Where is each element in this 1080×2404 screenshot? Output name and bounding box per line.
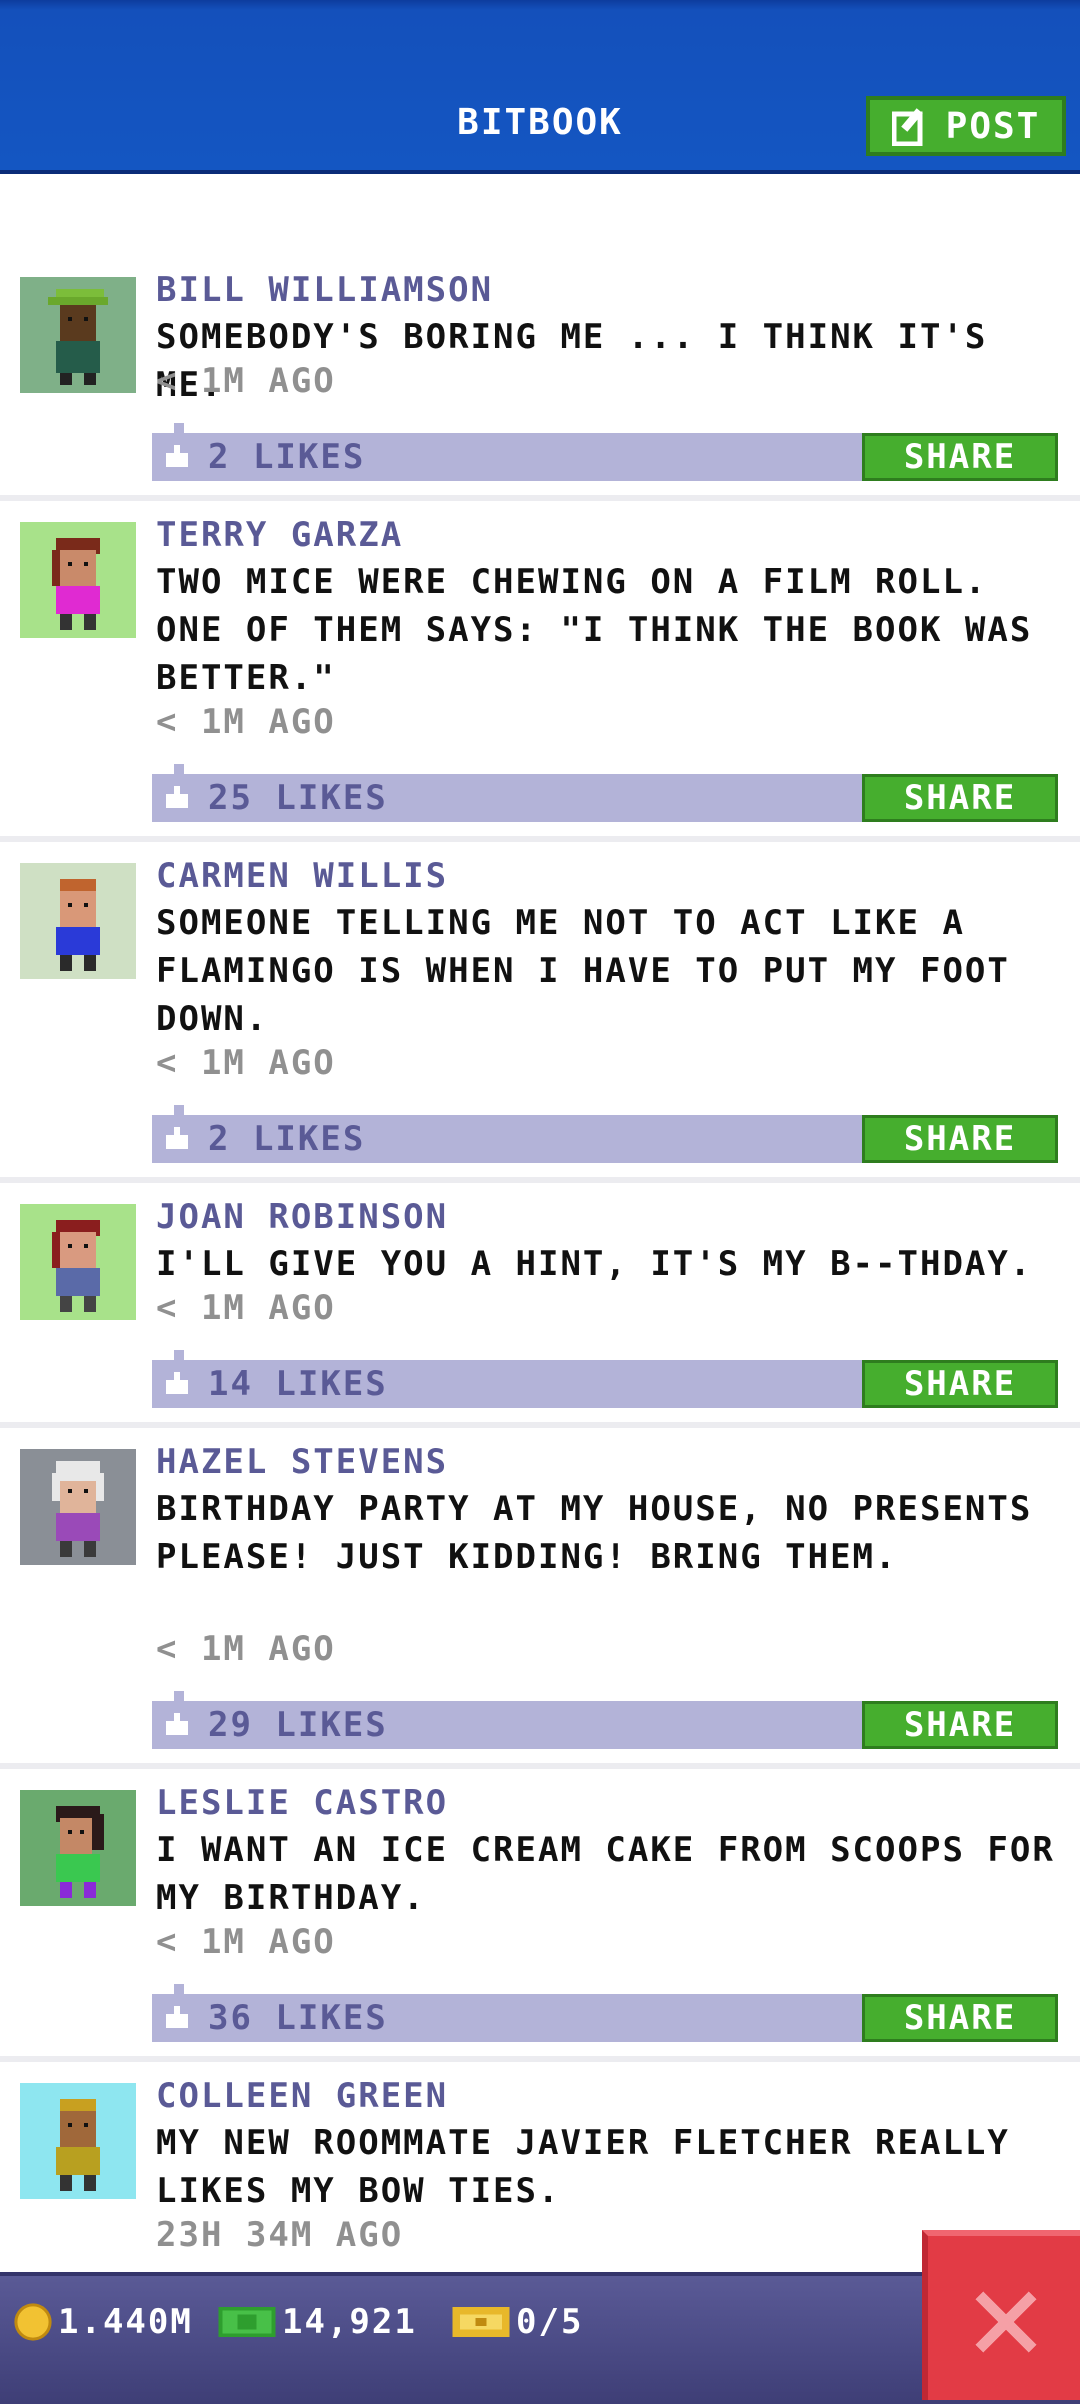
post-author[interactable]: CARMEN WILLIS	[156, 856, 448, 896]
avatar[interactable]	[20, 2083, 136, 2199]
likes-count: 36 LIKES	[208, 1998, 388, 2038]
post-time: < 1M AGO	[156, 1922, 336, 1962]
share-button[interactable]: SHARE	[862, 1360, 1058, 1408]
post-time: < 1M AGO	[156, 1629, 336, 1669]
bux-value: 14,921	[282, 2302, 417, 2342]
share-button[interactable]: SHARE	[862, 774, 1058, 822]
thumbs-up-icon	[166, 1127, 188, 1149]
post-text: I'LL GIVE YOU A HINT, IT'S MY B--THDAY.	[156, 1244, 1033, 1284]
like-bar[interactable]: 2 LIKES SHARE	[152, 1105, 1058, 1163]
divider	[0, 1763, 1080, 1769]
post-time: 23H 34M AGO	[156, 2215, 404, 2255]
post-text: BIRTHDAY PARTY AT MY HOUSE, NO PRESENTS …	[156, 1489, 1033, 1577]
post-text: MY NEW ROOMMATE JAVIER FLETCHER REALLY L…	[156, 2123, 1010, 2211]
post-button-label: POST	[945, 105, 1041, 147]
app-header: BITBOOK POST	[0, 0, 1080, 174]
divider	[0, 2056, 1080, 2062]
post-time: < 1M AGO	[156, 361, 336, 401]
coins-value: 1.440M	[58, 2302, 193, 2342]
post-time: < 1M AGO	[156, 1288, 336, 1328]
status-bar: 1.440M 14,921 0/5	[0, 2272, 1080, 2404]
avatar[interactable]	[20, 863, 136, 979]
post-button[interactable]: POST	[866, 96, 1066, 156]
post-author[interactable]: BILL WILLIAMSON	[156, 270, 493, 310]
like-bar[interactable]: 36 LIKES SHARE	[152, 1984, 1058, 2042]
post-time: < 1M AGO	[156, 702, 336, 742]
share-button[interactable]: SHARE	[862, 1115, 1058, 1163]
share-button[interactable]: SHARE	[862, 433, 1058, 481]
likes-count: 14 LIKES	[208, 1364, 388, 1404]
like-bar[interactable]: 25 LIKES SHARE	[152, 764, 1058, 822]
post-author[interactable]: COLLEEN GREEN	[156, 2076, 448, 2116]
post-author[interactable]: JOAN ROBINSON	[156, 1197, 448, 1237]
divider	[0, 836, 1080, 842]
avatar[interactable]	[20, 1449, 136, 1565]
close-button[interactable]	[922, 2230, 1080, 2400]
thumbs-up-icon	[166, 1713, 188, 1735]
tickets-stat[interactable]: 0/5	[452, 2302, 583, 2342]
likes-count: 2 LIKES	[208, 1119, 366, 1159]
like-bar-tip	[174, 423, 184, 433]
avatar[interactable]	[20, 522, 136, 638]
likes-count: 2 LIKES	[208, 437, 366, 477]
ticket-icon	[452, 2306, 510, 2338]
thumbs-up-icon	[166, 445, 188, 467]
like-bar-tip	[174, 1350, 184, 1360]
divider	[0, 495, 1080, 501]
post-text: TWO MICE WERE CHEWING ON A FILM ROLL. ON…	[156, 562, 1033, 698]
post-author[interactable]: LESLIE CASTRO	[156, 1783, 448, 1823]
post-time: < 1M AGO	[156, 1043, 336, 1083]
likes-count: 29 LIKES	[208, 1705, 388, 1745]
avatar[interactable]	[20, 277, 136, 393]
like-bar[interactable]: 29 LIKES SHARE	[152, 1691, 1058, 1749]
like-bar-tip	[174, 1984, 184, 1994]
post-author[interactable]: HAZEL STEVENS	[156, 1442, 448, 1482]
post-text: I WANT AN ICE CREAM CAKE FROM SCOOPS FOR…	[156, 1830, 1055, 1918]
bux-stat[interactable]: 14,921	[218, 2302, 417, 2342]
coin-icon	[14, 2303, 52, 2341]
tickets-value: 0/5	[516, 2302, 584, 2342]
avatar[interactable]	[20, 1790, 136, 1906]
cash-icon	[218, 2306, 276, 2338]
like-bar[interactable]: 2 LIKES SHARE	[152, 423, 1058, 481]
avatar[interactable]	[20, 1204, 136, 1320]
divider	[0, 1177, 1080, 1183]
coins-stat[interactable]: 1.440M	[14, 2302, 193, 2342]
like-bar-tip	[174, 1691, 184, 1701]
likes-count: 25 LIKES	[208, 778, 388, 818]
post-text: SOMEONE TELLING ME NOT TO ACT LIKE A FLA…	[156, 903, 1010, 1039]
edit-icon	[891, 106, 932, 147]
like-bar[interactable]: 14 LIKES SHARE	[152, 1350, 1058, 1408]
like-bar-tip	[174, 764, 184, 774]
thumbs-up-icon	[166, 786, 188, 808]
post-author[interactable]: TERRY GARZA	[156, 515, 403, 555]
share-button[interactable]: SHARE	[862, 1701, 1058, 1749]
thumbs-up-icon	[166, 2006, 188, 2028]
thumbs-up-icon	[166, 1372, 188, 1394]
close-icon	[975, 2291, 1037, 2353]
like-bar-tip	[174, 1105, 184, 1115]
divider	[0, 1422, 1080, 1428]
share-button[interactable]: SHARE	[862, 1994, 1058, 2042]
